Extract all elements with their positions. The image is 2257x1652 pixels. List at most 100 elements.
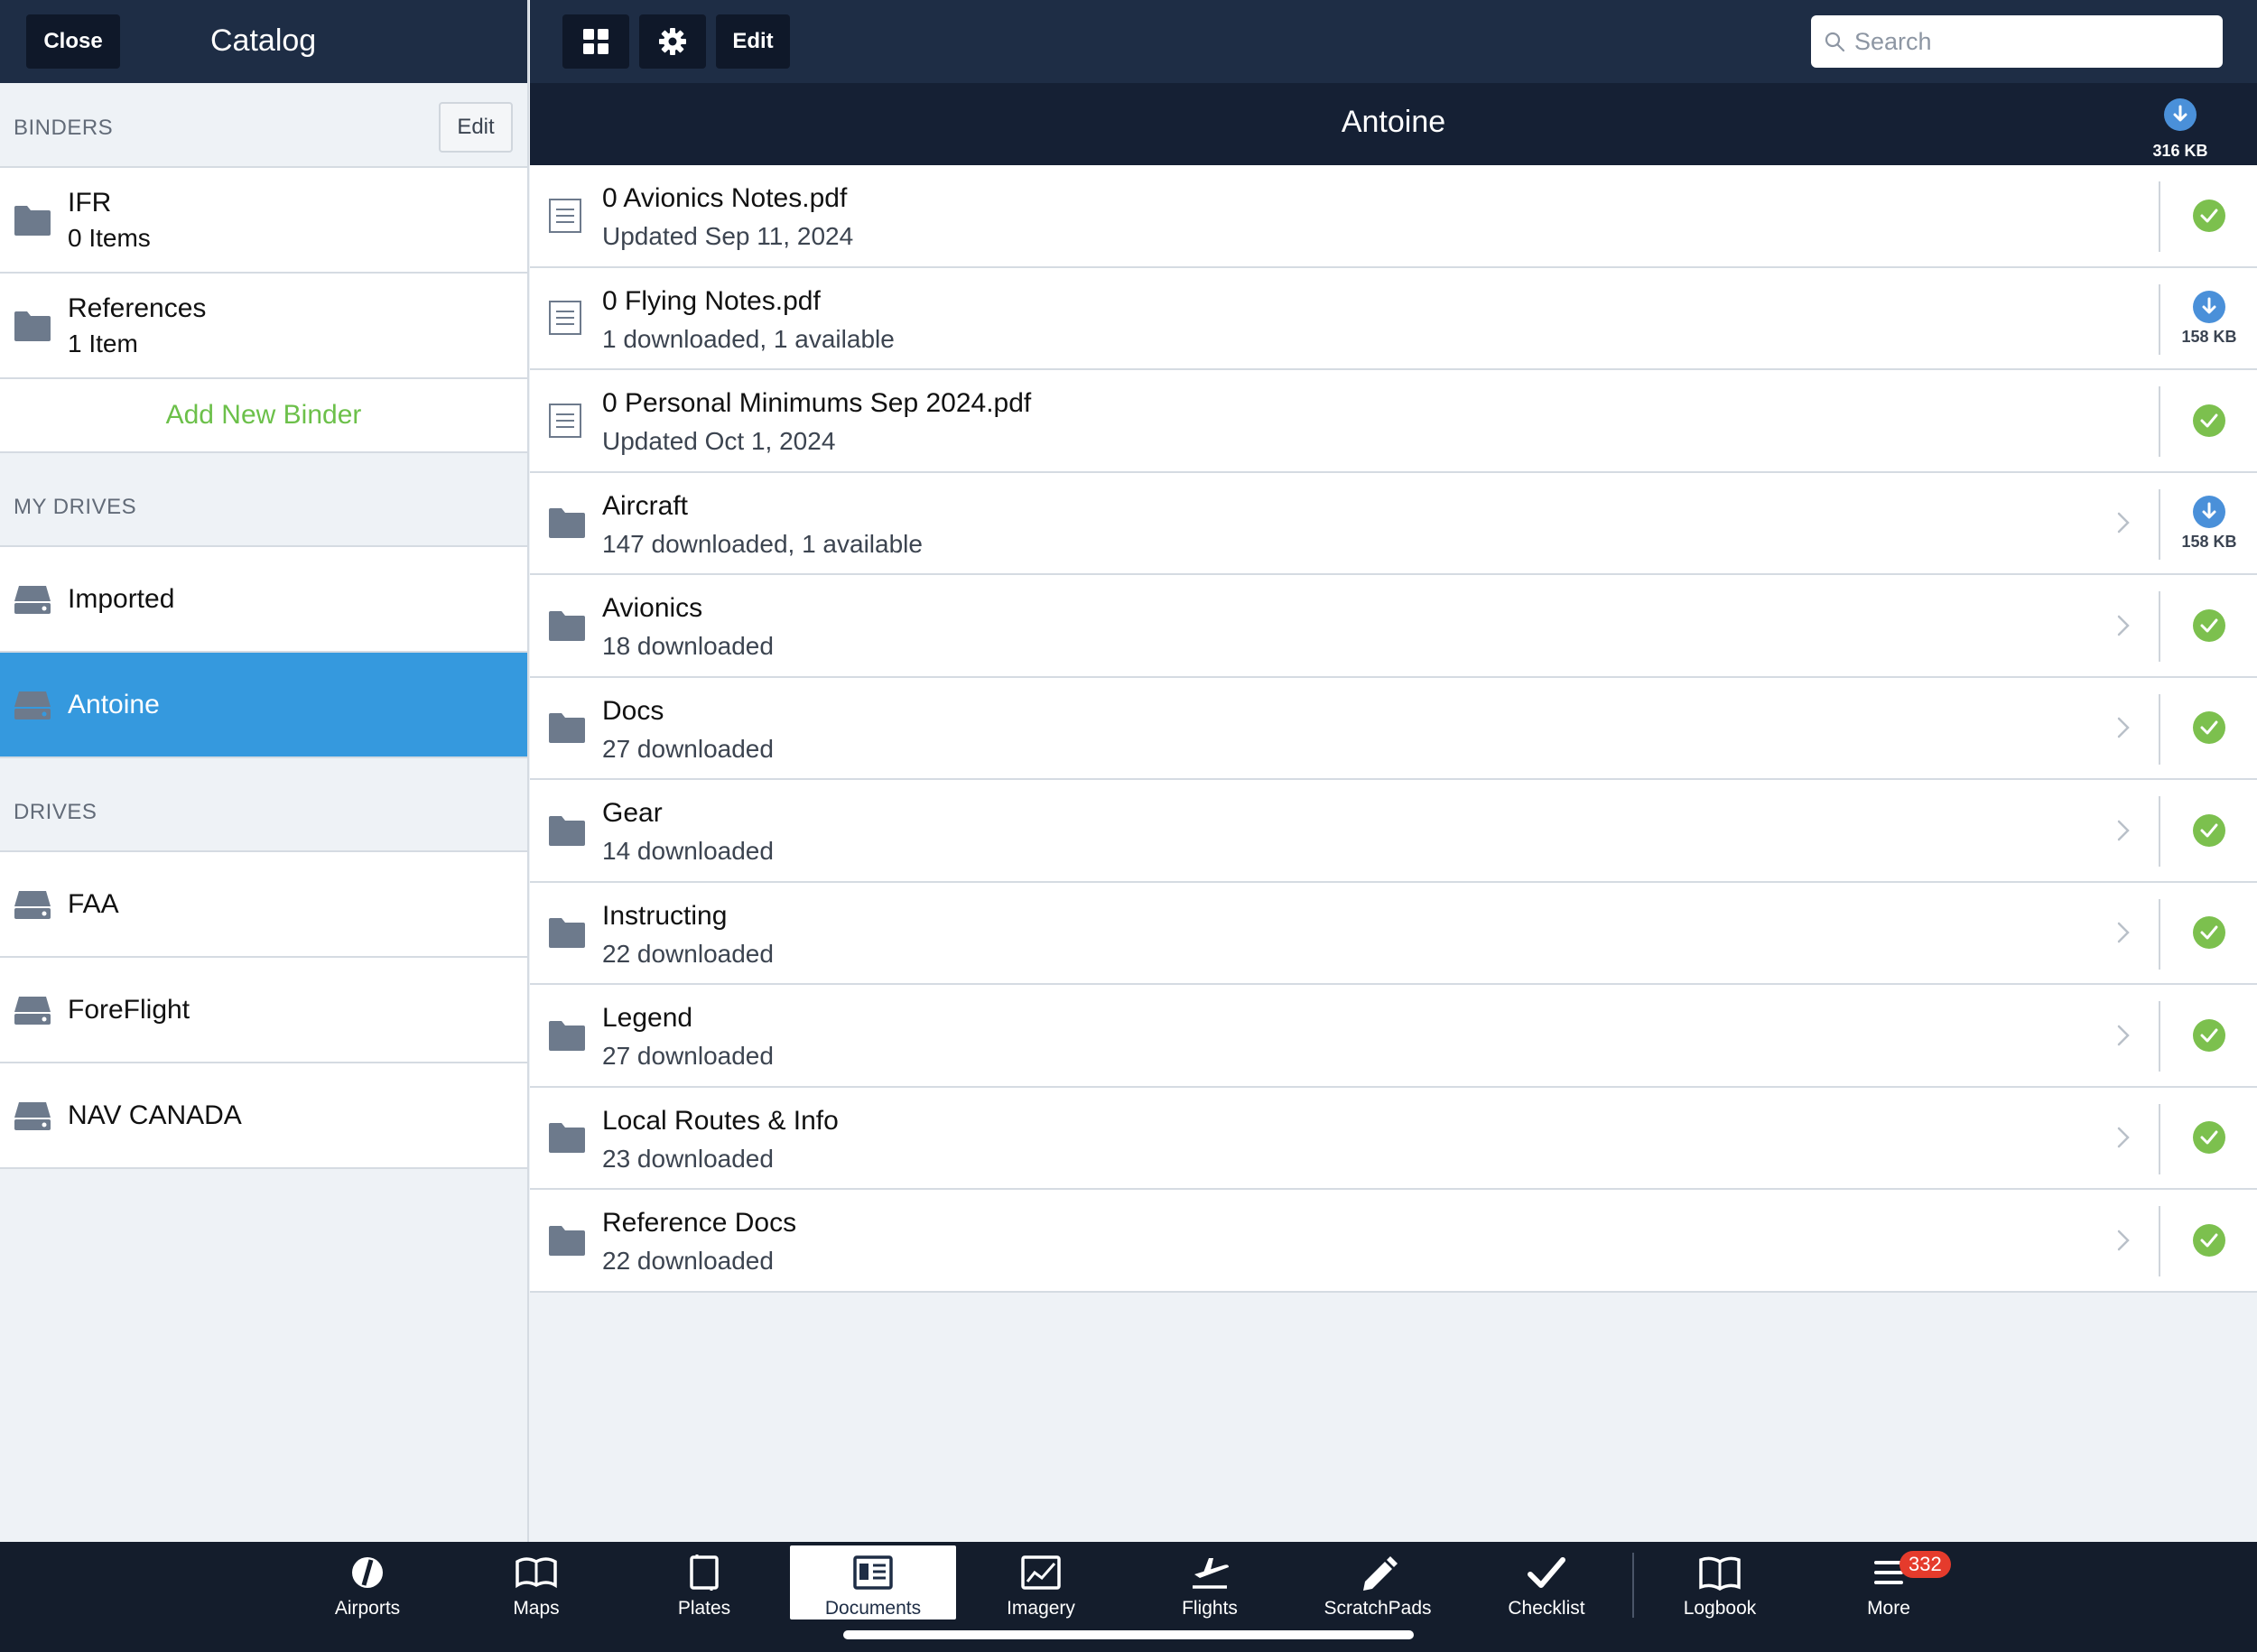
tab-maps[interactable]: Maps — [453, 1545, 619, 1620]
my-drives-label: MY DRIVES — [14, 495, 137, 519]
checkmark-circle-icon — [2193, 813, 2225, 847]
download-button[interactable]: 158 KB — [2171, 473, 2247, 574]
checkmark-circle-icon — [2193, 711, 2225, 745]
item-name: Instructing — [602, 900, 728, 931]
drive-item-antoine[interactable]: Antoine — [0, 653, 527, 758]
download-icon — [2193, 495, 2225, 528]
folder-icon — [549, 1225, 585, 1256]
download-all-button[interactable]: 316 KB — [2149, 97, 2212, 161]
tab-label: Maps — [513, 1598, 560, 1619]
divider — [2159, 898, 2160, 970]
checkmark-circle-icon — [2193, 916, 2225, 950]
folder-row[interactable]: Instructing 22 downloaded — [530, 883, 2257, 985]
tab-flights[interactable]: Flights — [1127, 1545, 1293, 1620]
drive-name: FAA — [68, 888, 119, 919]
divider — [2159, 386, 2160, 457]
divider — [2159, 1001, 2160, 1072]
folder-row[interactable]: Reference Docs 22 downloaded — [530, 1190, 2257, 1293]
edit-button[interactable]: Edit — [716, 14, 790, 69]
download-size: 158 KB — [2181, 327, 2237, 346]
chevron-right-icon — [2117, 718, 2130, 738]
document-list: 0 Avionics Notes.pdf Updated Sep 11, 2024… — [530, 165, 2257, 1293]
add-new-binder-button[interactable]: Add New Binder — [0, 379, 527, 453]
binder-item-references[interactable]: References 1 Item — [0, 274, 527, 379]
item-name: 0 Personal Minimums Sep 2024.pdf — [602, 388, 1032, 418]
chevron-right-icon — [2117, 1128, 2130, 1148]
search-field[interactable] — [1811, 15, 2223, 68]
item-name: Local Routes & Info — [602, 1105, 839, 1136]
folder-icon — [549, 610, 585, 641]
item-subtitle: 18 downloaded — [602, 632, 774, 660]
item-name: 0 Flying Notes.pdf — [602, 285, 821, 316]
item-subtitle: 22 downloaded — [602, 939, 774, 968]
tab-imagery[interactable]: Imagery — [958, 1545, 1124, 1620]
folder-row[interactable]: Docs 27 downloaded — [530, 678, 2257, 780]
chevron-right-icon — [2117, 923, 2130, 943]
imagery-icon — [1021, 1555, 1061, 1590]
status-indicator — [2171, 165, 2247, 266]
divider — [2159, 1206, 2160, 1276]
drive-icon — [14, 691, 51, 719]
drive-item-imported[interactable]: Imported — [0, 547, 527, 653]
binder-item-ifr[interactable]: IFR 0 Items — [0, 168, 527, 274]
item-name: 0 Avionics Notes.pdf — [602, 183, 848, 213]
home-indicator — [843, 1630, 1414, 1639]
file-row[interactable]: 0 Avionics Notes.pdf Updated Sep 11, 2024 — [530, 165, 2257, 268]
close-button[interactable]: Close — [26, 14, 120, 69]
drive-name: NAV CANADA — [68, 1100, 242, 1130]
folder-row[interactable]: Aircraft 147 downloaded, 1 available 158 K… — [530, 473, 2257, 575]
document-icon — [549, 301, 581, 336]
divider — [2159, 693, 2160, 765]
folder-row[interactable]: Local Routes & Info 23 downloaded — [530, 1088, 2257, 1190]
search-input[interactable] — [1854, 27, 2197, 56]
chevron-right-icon — [2117, 615, 2130, 636]
tab-documents[interactable]: Documents — [790, 1545, 956, 1620]
checkmark-circle-icon — [2193, 1223, 2225, 1257]
folder-row[interactable]: Legend 27 downloaded — [530, 985, 2257, 1088]
item-subtitle: 1 downloaded, 1 available — [602, 324, 895, 353]
divider — [2159, 796, 2160, 867]
tab-airports[interactable]: Airports — [284, 1545, 450, 1620]
item-name: Gear — [602, 798, 663, 828]
drive-name: Antoine — [68, 689, 160, 719]
tab-logbook[interactable]: Logbook — [1637, 1545, 1803, 1620]
logbook-icon — [1699, 1556, 1741, 1591]
drive-icon — [14, 1101, 51, 1130]
chevron-right-icon — [2117, 513, 2130, 534]
file-row[interactable]: 0 Flying Notes.pdf 1 downloaded, 1 availa… — [530, 268, 2257, 370]
settings-button[interactable] — [639, 14, 706, 69]
folder-row[interactable]: Avionics 18 downloaded — [530, 575, 2257, 678]
download-icon — [2193, 290, 2225, 323]
binders-section-header: BINDERS Edit — [0, 83, 527, 168]
binders-edit-button[interactable]: Edit — [439, 102, 513, 153]
grid-view-button[interactable] — [562, 14, 629, 69]
drive-item-foreflight[interactable]: ForeFlight — [0, 958, 527, 1063]
tab-label: More — [1867, 1598, 1910, 1619]
file-row[interactable]: 0 Personal Minimums Sep 2024.pdf Updated … — [530, 370, 2257, 473]
checklist-icon — [1528, 1557, 1565, 1588]
binders-label: BINDERS — [14, 116, 114, 140]
tab-scratchpads[interactable]: ScratchPads — [1295, 1545, 1461, 1620]
drive-item-nav-canada[interactable]: NAV CANADA — [0, 1063, 527, 1169]
folder-row[interactable]: Gear 14 downloaded — [530, 780, 2257, 883]
folder-icon — [549, 1020, 585, 1051]
tab-checklist[interactable]: Checklist — [1463, 1545, 1630, 1620]
status-indicator — [2171, 985, 2247, 1086]
tab-label: Logbook — [1683, 1598, 1757, 1619]
folder-icon — [549, 713, 585, 744]
tab-more[interactable]: More 332 — [1806, 1545, 1972, 1620]
item-subtitle: 27 downloaded — [602, 734, 774, 763]
item-subtitle: Updated Oct 1, 2024 — [602, 427, 836, 455]
document-icon — [549, 198, 581, 233]
maps-icon — [515, 1557, 557, 1589]
download-button[interactable]: 158 KB — [2171, 268, 2247, 369]
download-size: 316 KB — [2152, 142, 2208, 160]
search-icon — [1825, 32, 1845, 52]
item-name: Reference Docs — [602, 1208, 797, 1238]
my-drives-section-header: MY DRIVES — [0, 453, 527, 547]
drive-item-faa[interactable]: FAA — [0, 852, 527, 958]
tab-plates[interactable]: Plates — [621, 1545, 787, 1620]
tab-label: ScratchPads — [1324, 1598, 1432, 1619]
item-name: Avionics — [602, 593, 703, 623]
drive-icon — [14, 996, 51, 1025]
